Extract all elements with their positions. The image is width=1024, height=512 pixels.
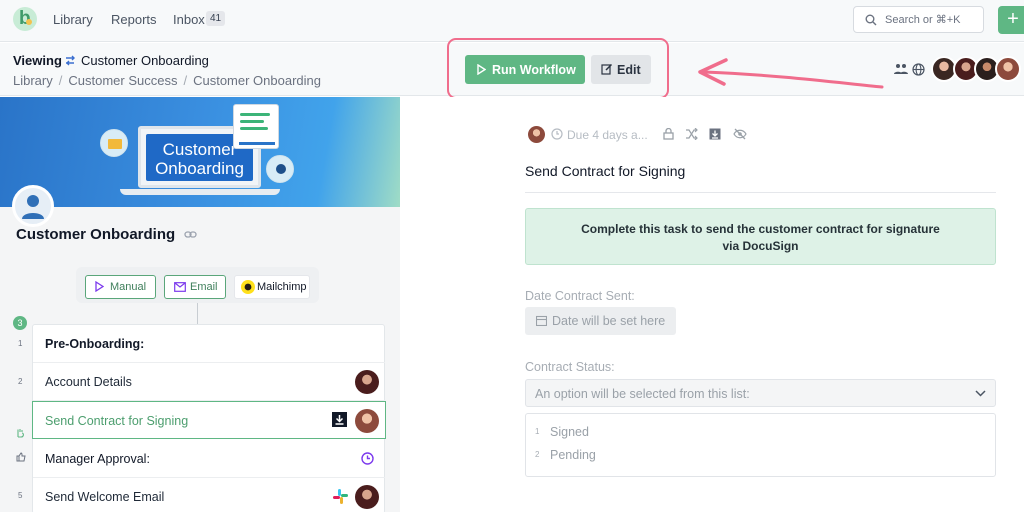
trigger-manual-label: Manual — [110, 281, 147, 293]
step-number: 2 — [18, 377, 23, 386]
step-label: Send Welcome Email — [45, 490, 165, 504]
notice-line2: via DocuSign — [722, 239, 799, 253]
edit-icon — [601, 63, 613, 75]
workflow-icon — [66, 55, 75, 66]
hidden-eye-icon[interactable] — [733, 128, 747, 140]
status-placeholder: An option will be selected from this lis… — [535, 387, 750, 401]
task-detail-panel: Due 4 days a... Send Contract for Signin… — [401, 97, 1024, 512]
status-field-label: Contract Status: — [525, 360, 615, 374]
mail-icon — [174, 282, 186, 292]
step-label: Send Contract for Signing — [45, 414, 189, 428]
step-item[interactable]: Pre-Onboarding: — [33, 325, 385, 363]
step-number: 5 — [18, 491, 23, 500]
viewing-label: Viewing — [13, 53, 62, 68]
banner-text-line1: Customer — [162, 140, 237, 159]
trigger-mailchimp[interactable]: Mailchimp — [234, 275, 310, 299]
trigger-manual[interactable]: Manual — [85, 275, 156, 299]
step-item[interactable]: Send Welcome Email — [33, 478, 385, 512]
shuffle-icon[interactable] — [685, 128, 698, 140]
step-item[interactable]: Manager Approval: — [33, 440, 385, 478]
assignee-avatar — [355, 485, 379, 509]
step-number: 1 — [18, 339, 23, 348]
trigger-mailchimp-label: Mailchimp — [257, 281, 307, 293]
date-field-label: Date Contract Sent: — [525, 289, 635, 303]
user-icon — [266, 155, 294, 183]
calendar-icon — [536, 315, 547, 326]
workflow-banner: Customer Onboarding — [0, 97, 400, 207]
breadcrumb-customer-success[interactable]: Customer Success — [68, 73, 177, 88]
globe-icon[interactable] — [912, 63, 925, 76]
search-input[interactable]: Search or ⌘+K — [853, 6, 984, 33]
folder-icon — [100, 129, 128, 157]
banner-text-line2: Onboarding — [155, 159, 244, 178]
chevron-down-icon — [975, 390, 986, 397]
notice-line1: Complete this task to send the customer … — [581, 222, 940, 236]
app-logo[interactable]: b — [13, 7, 37, 31]
due-date[interactable]: Due 4 days a... — [567, 128, 648, 142]
nav-reports[interactable]: Reports — [111, 12, 157, 27]
step-label: Pre-Onboarding: — [45, 337, 145, 351]
inbox-count-badge: 41 — [206, 11, 226, 26]
task-title: Send Contract for Signing — [525, 163, 686, 179]
breadcrumb: Library / Customer Success / Customer Onboar… — [13, 73, 321, 88]
divider — [525, 192, 996, 193]
date-field[interactable]: Date will be set here — [525, 307, 676, 335]
workflow-avatar — [12, 185, 54, 227]
hand-icon — [17, 429, 24, 438]
workflow-name: Customer Onboarding — [81, 53, 209, 68]
step-list: Pre-Onboarding: Account Details Send Con… — [32, 324, 386, 512]
trigger-email-label: Email — [190, 281, 218, 293]
download-icon — [332, 412, 347, 427]
laptop-base — [120, 189, 280, 195]
edit-label: Edit — [617, 63, 641, 77]
breadcrumb-library[interactable]: Library — [13, 73, 53, 88]
slack-icon — [333, 489, 348, 504]
new-button[interactable]: + — [998, 6, 1024, 34]
option-number: 1 — [535, 427, 540, 436]
step-item-active[interactable]: Send Contract for Signing — [32, 401, 386, 439]
trigger-email[interactable]: Email — [164, 275, 226, 299]
option-number: 2 — [535, 450, 540, 459]
checklist-illustration — [233, 104, 279, 149]
nav-inbox[interactable]: Inbox — [173, 12, 205, 27]
people-icon[interactable] — [894, 63, 908, 75]
link-icon[interactable] — [184, 230, 197, 239]
search-icon — [865, 14, 877, 26]
lock-icon[interactable] — [663, 128, 674, 140]
run-workflow-button[interactable]: Run Workflow — [465, 55, 585, 84]
task-notice: Complete this task to send the customer … — [525, 208, 996, 265]
user-icon — [22, 195, 44, 219]
member-avatar[interactable] — [995, 56, 1021, 82]
arrow-annotation — [698, 58, 884, 89]
status-select[interactable]: An option will be selected from this lis… — [525, 379, 996, 407]
play-icon — [95, 281, 104, 292]
thumbs-up-icon — [16, 452, 26, 462]
edit-button[interactable]: Edit — [591, 55, 651, 84]
search-placeholder: Search or ⌘+K — [885, 14, 961, 26]
connector-line — [197, 303, 198, 324]
step-label: Account Details — [45, 375, 132, 389]
option-label: Signed — [550, 425, 589, 439]
assignee-avatar — [355, 370, 379, 394]
active-step-number: 3 — [13, 316, 27, 330]
workflow-outline-panel: Customer Onboarding Customer Onboarding M… — [0, 97, 400, 512]
status-options-list: 1 Signed 2 Pending — [525, 413, 996, 477]
calendar-icon — [551, 128, 563, 140]
nav-library[interactable]: Library — [53, 12, 93, 27]
download-icon[interactable] — [709, 128, 721, 140]
option-label: Pending — [550, 448, 596, 462]
top-nav: b Library Reports Inbox 41 Search or ⌘+K… — [0, 0, 1024, 42]
breadcrumb-customer-onboarding[interactable]: Customer Onboarding — [193, 73, 321, 88]
date-placeholder: Date will be set here — [552, 314, 666, 328]
play-icon — [477, 64, 486, 75]
workflow-title: Customer Onboarding — [16, 226, 176, 243]
task-meta-bar: Due 4 days a... — [528, 126, 748, 144]
step-label: Manager Approval: — [45, 452, 150, 466]
clock-icon — [361, 452, 374, 465]
assignee-avatar — [355, 409, 379, 433]
mailchimp-icon — [241, 280, 255, 294]
assignee-avatar[interactable] — [528, 126, 545, 143]
step-item[interactable]: Account Details — [33, 363, 385, 401]
run-workflow-label: Run Workflow — [492, 63, 576, 77]
